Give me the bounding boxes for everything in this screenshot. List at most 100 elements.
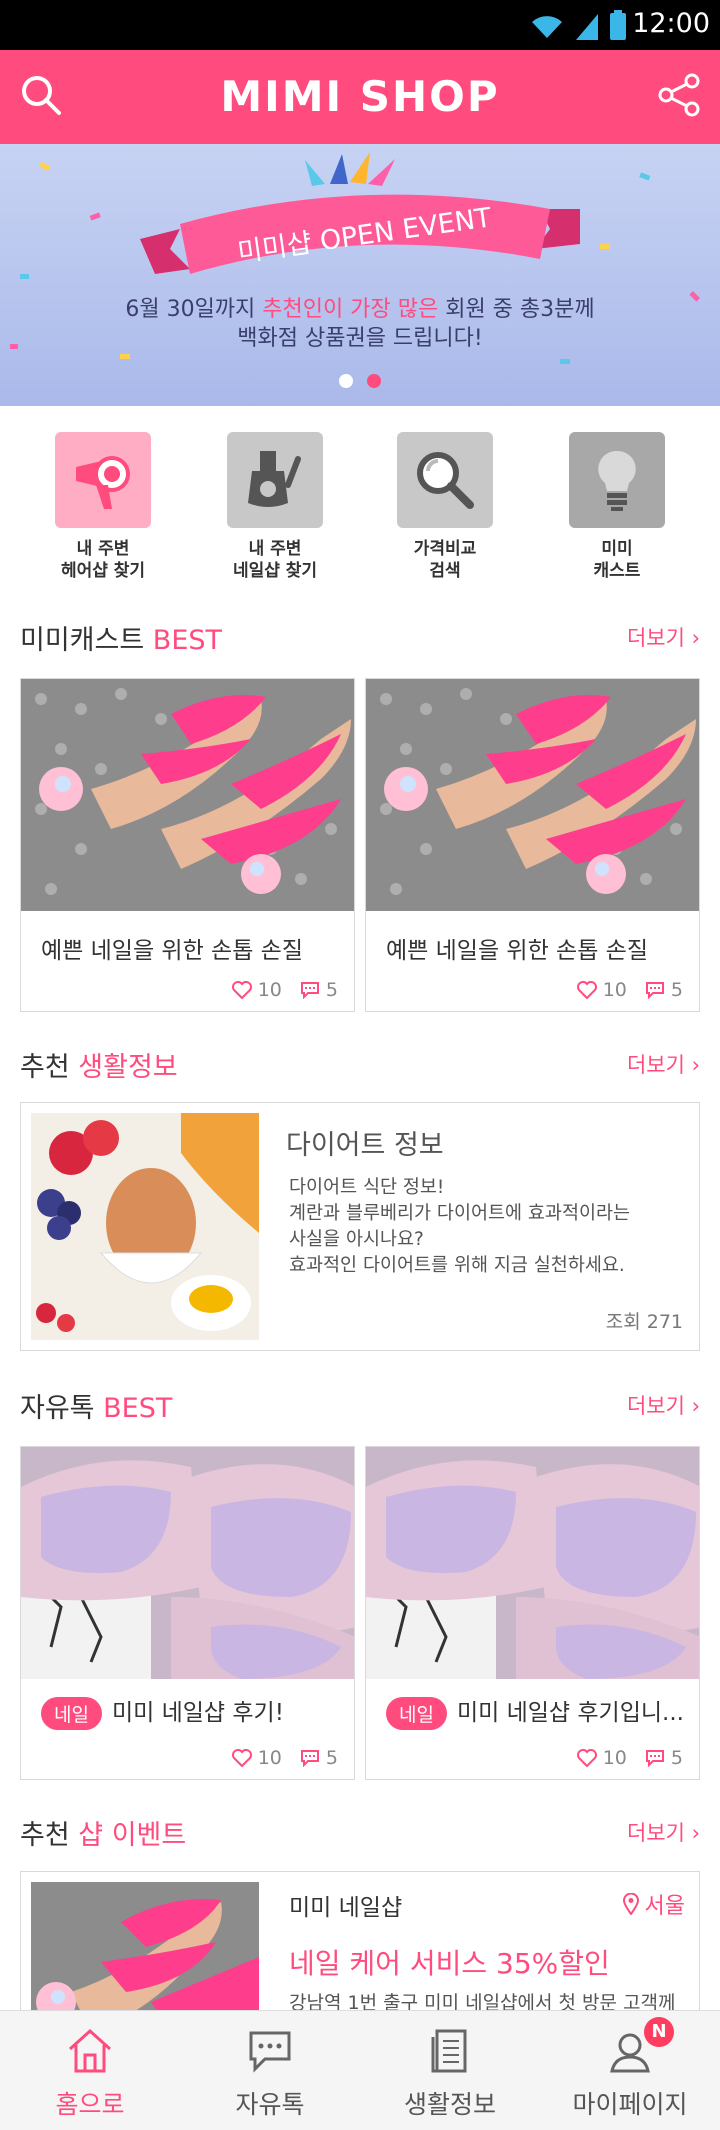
view-count: 조회 271 (605, 1311, 683, 1333)
quick-label-1b: 헤어샵 찾기 (60, 561, 146, 581)
lifeinfo-header: 추천 생활정보 더보기 › (20, 1045, 700, 1085)
chat-icon (249, 2031, 291, 2073)
nail-polish-icon (227, 432, 323, 528)
bottom-navigation: 홈으로 자유톡 생활정보 N 마이페이지 (0, 2010, 720, 2130)
comment-icon[interactable] (645, 981, 665, 999)
nail-photo-lavender (21, 1447, 354, 1679)
quick-hair-shop[interactable]: 내 주변 헤어샵 찾기 (18, 432, 188, 582)
nail-photo-pink (366, 679, 699, 911)
talk-card[interactable]: 네일 미미 네일샵 후기! 10 5 (20, 1446, 355, 1780)
section-title: 자유톡 BEST (20, 1393, 173, 1424)
signal-icon (576, 14, 598, 40)
banner-highlight: 추천인이 가장 많은 (262, 297, 439, 322)
comment-count: 5 (325, 1747, 338, 1769)
card-title: 예쁜 네일을 위한 손톱 손질 (41, 938, 304, 964)
app-header: MIMI SHOP (0, 50, 720, 144)
page-dot-2[interactable] (367, 374, 381, 388)
like-count: 10 (257, 979, 282, 1001)
comment-icon[interactable] (300, 981, 320, 999)
battery-icon (610, 10, 626, 40)
wifi-icon (532, 16, 562, 38)
info-heading: 다이어트 정보 (286, 1130, 444, 1161)
more-link[interactable]: 더보기 › (627, 1049, 700, 1079)
nav-label: 마이페이지 (572, 2090, 688, 2119)
banner-line-1: 6월 30일까지 추천인이 가장 많은 회원 중 총3분께 (125, 297, 595, 322)
magnifier-icon (397, 432, 493, 528)
card-meta: 10 5 (231, 979, 338, 1001)
section-title: 미미캐스트 BEST (20, 625, 223, 656)
shopevent-header: 추천 샵 이벤트 더보기 › (20, 1813, 700, 1853)
heart-icon[interactable] (576, 981, 597, 999)
nav-my-page[interactable]: N 마이페이지 (540, 2011, 720, 2130)
quick-mimi-cast[interactable]: 미미 캐스트 (532, 432, 702, 582)
location-pin-icon (622, 1893, 639, 1915)
page-dot-1[interactable] (339, 374, 353, 388)
shop-promo: 네일 케어 서비스 35%할인 (289, 1947, 610, 1980)
notification-badge: N (644, 2017, 674, 2047)
more-link[interactable]: 더보기 › (627, 1390, 700, 1420)
cast-card[interactable]: 예쁜 네일을 위한 손톱 손질 10 5 (20, 678, 355, 1012)
clock: 12:00 (632, 8, 710, 39)
share-icon[interactable] (656, 72, 702, 118)
cast-card[interactable]: 예쁜 네일을 위한 손톱 손질 10 5 (365, 678, 700, 1012)
nail-photo-lavender (366, 1447, 699, 1679)
card-meta: 10 5 (576, 1747, 683, 1769)
card-title: 네일 미미 네일샵 후기! (41, 1693, 284, 1730)
lightbulb-icon (569, 432, 665, 528)
quick-label-3a: 가격비교 (413, 539, 477, 559)
card-meta: 10 5 (576, 979, 683, 1001)
status-icons (530, 10, 626, 40)
nav-life-info[interactable]: 생활정보 (360, 2011, 540, 2130)
nav-label: 홈으로 (55, 2090, 125, 2119)
category-tag: 네일 (386, 1697, 447, 1730)
info-body: 다이어트 식단 정보! 계란과 블루베리가 다이어트에 효과적이라는 사실을 아… (289, 1177, 631, 1276)
nail-photo-pink (21, 679, 354, 911)
quick-menu: 내 주변 헤어샵 찾기 내 주변 네일샵 찾기 가격비교 검색 미미 캐스트 (0, 406, 720, 596)
freetalk-header: 자유톡 BEST 더보기 › (20, 1386, 700, 1426)
comment-count: 5 (670, 1747, 683, 1769)
section-title: 추천 샵 이벤트 (20, 1820, 187, 1851)
quick-label-4a: 미미 (601, 539, 633, 559)
heart-icon[interactable] (231, 1749, 252, 1767)
heart-icon[interactable] (231, 981, 252, 999)
mimicast-header: 미미캐스트 BEST 더보기 › (20, 618, 700, 658)
category-tag: 네일 (41, 1697, 102, 1730)
comment-count: 5 (670, 979, 683, 1001)
document-icon (431, 2029, 467, 2073)
diet-photo (31, 1113, 259, 1340)
more-link[interactable]: 더보기 › (627, 1817, 700, 1847)
nav-home[interactable]: 홈으로 (0, 2011, 180, 2130)
nav-label: 자유톡 (235, 2090, 305, 2119)
quick-label-3b: 검색 (429, 561, 461, 581)
comment-icon[interactable] (300, 1749, 320, 1767)
like-count: 10 (602, 979, 627, 1001)
more-link[interactable]: 더보기 › (627, 622, 700, 652)
quick-label-4b: 캐스트 (593, 561, 641, 581)
banner-line-2: 백화점 상품권을 드립니다! (237, 326, 483, 351)
shop-name: 미미 네일샵 (289, 1895, 403, 1921)
nav-free-talk[interactable]: 자유톡 (180, 2011, 360, 2130)
shop-location: 서울 (622, 1888, 685, 1920)
quick-label-1a: 내 주변 (76, 539, 130, 559)
quick-label-2b: 네일샵 찾기 (232, 561, 318, 581)
nav-label: 생활정보 (403, 2090, 496, 2119)
event-ribbon: 미미샵 OPEN EVENT (140, 194, 580, 274)
like-count: 10 (257, 1747, 282, 1769)
card-title: 네일 미미 네일샵 후기입니... (386, 1693, 684, 1730)
section-title: 추천 생활정보 (20, 1052, 178, 1083)
quick-label-2a: 내 주변 (248, 539, 302, 559)
comment-icon[interactable] (645, 1749, 665, 1767)
status-bar: 12:00 (0, 0, 720, 50)
hair-dryer-icon (55, 432, 151, 528)
event-banner[interactable]: 미미샵 OPEN EVENT 6월 30일까지 추천인이 가장 많은 회원 중 … (0, 144, 720, 406)
banner-pagination (0, 373, 720, 392)
quick-price-compare[interactable]: 가격비교 검색 (360, 432, 530, 582)
talk-card[interactable]: 네일 미미 네일샵 후기입니... 10 5 (365, 1446, 700, 1780)
heart-icon[interactable] (576, 1749, 597, 1767)
comment-count: 5 (325, 979, 338, 1001)
home-icon (68, 2028, 112, 2073)
card-meta: 10 5 (231, 1747, 338, 1769)
lifeinfo-item[interactable]: 다이어트 정보 다이어트 식단 정보! 계란과 블루베리가 다이어트에 효과적이… (20, 1102, 700, 1351)
quick-nail-shop[interactable]: 내 주변 네일샵 찾기 (190, 432, 360, 582)
app-title: MIMI SHOP (220, 72, 500, 121)
